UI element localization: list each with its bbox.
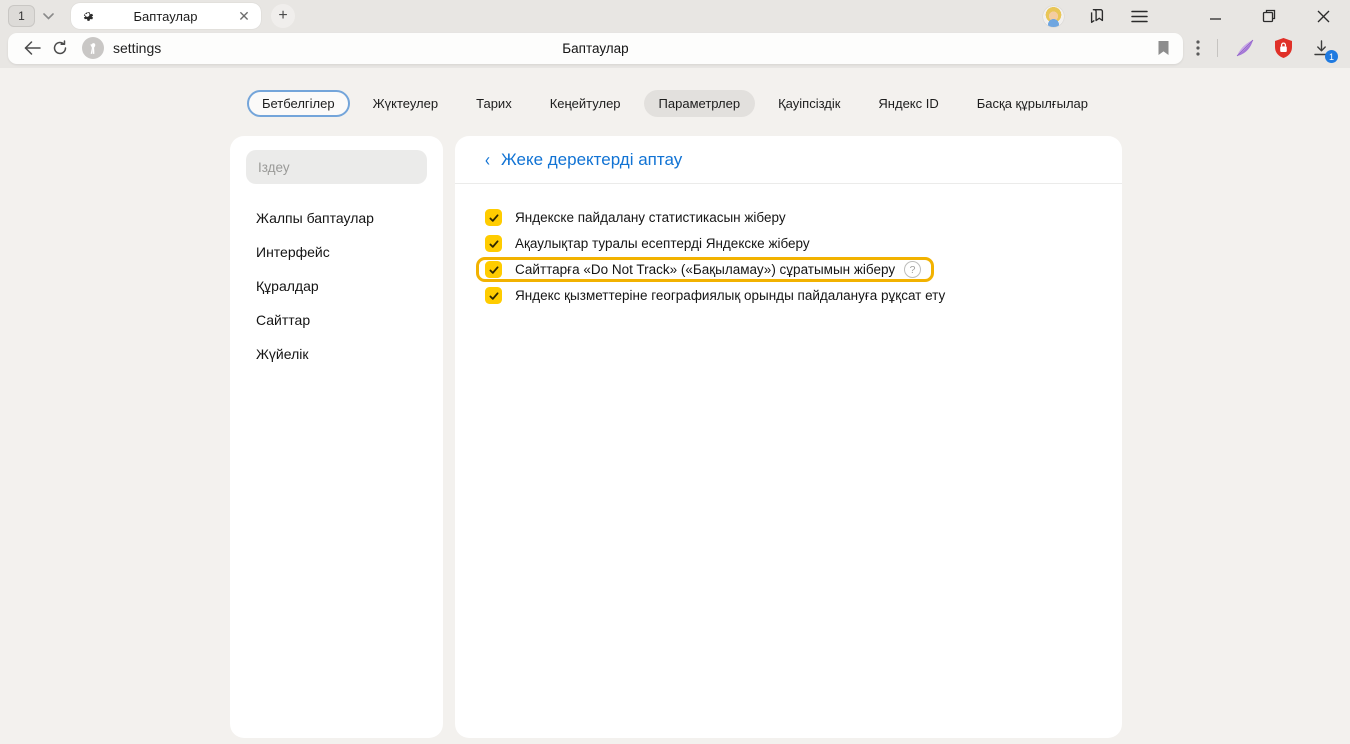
settings-main-panel: ‹ Жеке деректерді аптау Яндекске пайдала… [455,136,1122,738]
restore-icon[interactable] [1260,7,1278,25]
back-chevron-icon: ‹ [485,151,490,170]
section-back-link[interactable]: ‹ Жеке деректерді аптау [455,136,1122,183]
checkbox-checked-icon[interactable] [485,235,502,252]
settings-nav: Бетбелгілер Жүктеулер Тарих Кеңейтулер Парам… [0,90,1350,116]
checkbox-checked-icon[interactable] [485,261,502,278]
settings-sidebar: Жалпы баптаулар Интерфейс Құралдар Сайттар Ж… [230,136,443,738]
bookmark-icon[interactable] [1149,35,1177,61]
settings-nav-tab-0[interactable]: Бетбелгілер [247,90,350,117]
back-icon[interactable] [18,35,46,61]
toolbar: settings Баптаулар [0,32,1350,68]
settings-nav-tab-2[interactable]: Тарих [461,90,527,117]
options-list: Яндекске пайдалану статистикасын жіберу А… [455,184,1122,309]
download-icon[interactable]: 1 [1308,35,1334,61]
checkbox-checked-icon[interactable] [485,209,502,226]
option-row-1: Ақаулықтар туралы есептерді Яндекске жіб… [476,231,823,256]
tab-strip: 1 Баптаулар ✕ + [0,0,1350,32]
option-label: Сайттарға «Do Not Track» («Бақыламау») с… [515,262,895,277]
toolbar-after: 1 [1187,35,1340,61]
window-close-icon[interactable] [1314,7,1332,25]
search-input[interactable] [246,150,427,184]
option-label: Ақаулықтар туралы есептерді Яндекске жіб… [515,236,810,251]
url-text: settings [113,40,161,56]
address-bar-page-title: Баптаулар [8,41,1183,56]
protect-shield-icon[interactable] [1270,35,1296,61]
settings-nav-tab-6[interactable]: Яндекс ID [863,90,953,117]
option-row-2: Сайттарға «Do Not Track» («Бақыламау») с… [476,257,934,282]
more-options-icon[interactable] [1187,35,1209,61]
checkbox-checked-icon[interactable] [485,287,502,304]
address-bar[interactable]: settings Баптаулар [8,33,1183,64]
site-badge-icon[interactable] [82,37,104,59]
settings-nav-tab-7[interactable]: Басқа құрылғылар [962,90,1103,117]
section-title: Жеке деректерді аптау [501,150,682,170]
toolbar-divider [1217,39,1218,57]
cards-row: Жалпы баптаулар Интерфейс Құралдар Сайттар Ж… [230,136,1350,738]
profile-avatar[interactable] [1043,6,1064,27]
settings-nav-tab-4[interactable]: Параметрлер [644,90,756,117]
sidebar-item-1[interactable]: Интерфейс [246,240,427,264]
gear-icon [81,9,96,24]
chevron-down-icon[interactable] [35,5,61,27]
active-tab[interactable]: Баптаулар ✕ [71,3,261,29]
settings-nav-tab-5[interactable]: Қауіпсіздік [763,90,855,117]
option-row-0: Яндекске пайдалану статистикасын жіберу [476,205,799,230]
sidebar-item-3[interactable]: Сайттар [246,308,427,332]
tab-close-icon[interactable]: ✕ [235,7,253,25]
minimize-icon[interactable] [1206,7,1224,25]
download-badge: 1 [1325,50,1338,63]
address-bar-right [1149,35,1177,61]
new-tab-button[interactable]: + [271,4,295,28]
sidebar-item-4[interactable]: Жүйелік [246,342,427,366]
menu-icon[interactable] [1130,7,1148,25]
option-row-3: Яндекс қызметтеріне географиялық орынды … [476,283,958,308]
help-icon[interactable]: ? [904,261,921,278]
tab-title: Баптаулар [96,9,235,24]
window-controls [1206,7,1332,25]
option-label: Яндекске пайдалану статистикасын жіберу [515,210,786,225]
settings-page: Бетбелгілер Жүктеулер Тарих Кеңейтулер Парам… [0,68,1350,744]
tabstrip-right [1043,6,1340,27]
browser-window: 1 Баптаулар ✕ + [0,0,1350,744]
tab-counter-button[interactable]: 1 [8,5,35,27]
side-panels-icon[interactable] [1088,7,1106,25]
settings-nav-tab-1[interactable]: Жүктеулер [358,90,454,117]
sidebar-item-2[interactable]: Құралдар [246,274,427,298]
sidebar-item-0[interactable]: Жалпы баптаулар [246,206,427,230]
extension-feather-icon[interactable] [1232,35,1258,61]
option-label: Яндекс қызметтеріне географиялық орынды … [515,288,945,303]
sidebar-items: Жалпы баптаулар Интерфейс Құралдар Сайттар Ж… [246,206,427,366]
reload-icon[interactable] [46,35,74,61]
settings-nav-tab-3[interactable]: Кеңейтулер [535,90,636,117]
